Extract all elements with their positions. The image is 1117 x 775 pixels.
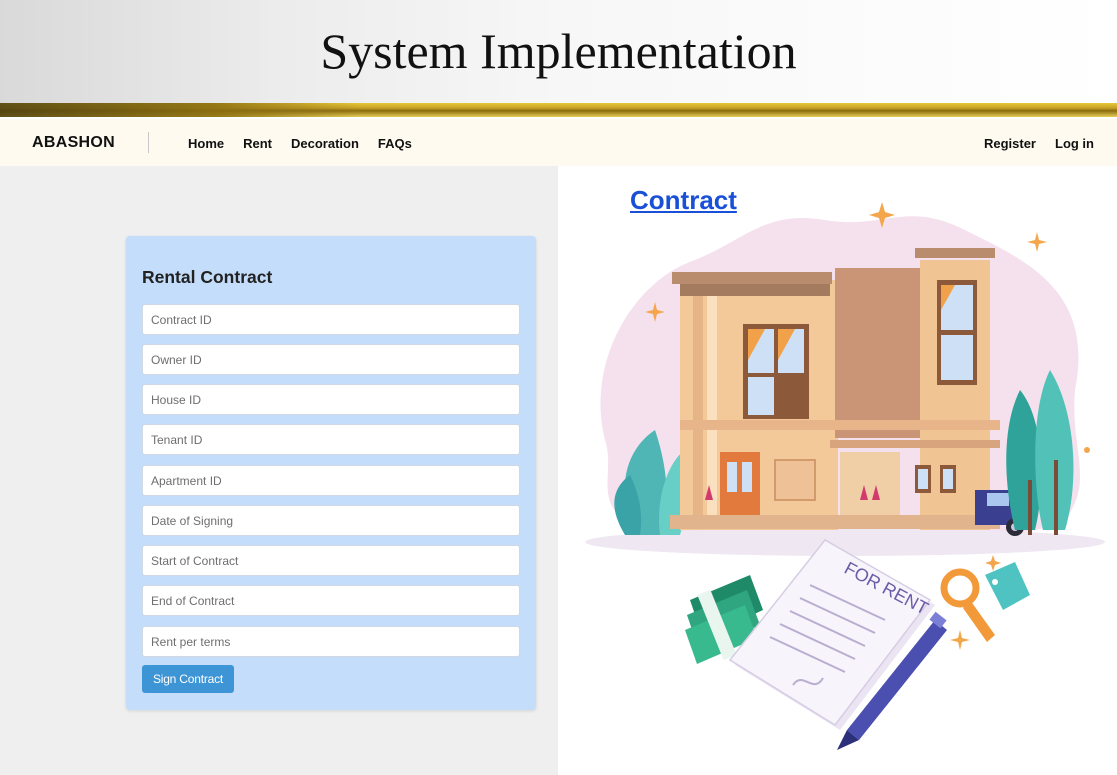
- nav-link-home[interactable]: Home: [188, 136, 224, 151]
- rent-per-terms-input[interactable]: [142, 626, 520, 657]
- form-title: Rental Contract: [142, 267, 273, 287]
- navbar: ABASHON Home Rent Decoration FAQs Regist…: [0, 119, 1117, 167]
- tenant-id-input[interactable]: [142, 424, 520, 455]
- nav-divider: [148, 132, 149, 153]
- apartment-id-input[interactable]: [142, 465, 520, 496]
- register-link[interactable]: Register: [984, 136, 1036, 151]
- end-of-contract-input[interactable]: [142, 585, 520, 616]
- contract-id-input[interactable]: [142, 304, 520, 335]
- nav-link-decoration[interactable]: Decoration: [291, 136, 359, 151]
- owner-id-input[interactable]: [142, 344, 520, 375]
- start-of-contract-input[interactable]: [142, 545, 520, 576]
- slide-header: System Implementation: [0, 0, 1117, 103]
- login-link[interactable]: Log in: [1055, 136, 1094, 151]
- nav-link-rent[interactable]: Rent: [243, 136, 272, 151]
- house-for-rent-illustration: FOR RENT: [585, 202, 1105, 750]
- rental-contract-form: Rental Contract Sign Contract: [126, 236, 536, 710]
- slide-title: System Implementation: [320, 23, 797, 79]
- nav-menu: Home Rent Decoration FAQs: [188, 136, 412, 151]
- house-id-input[interactable]: [142, 384, 520, 415]
- house: [670, 248, 1000, 530]
- nav-link-faqs[interactable]: FAQs: [378, 136, 412, 151]
- brand-logo[interactable]: ABASHON: [32, 134, 115, 152]
- auth-menu: Register Log in: [984, 136, 1094, 151]
- decorative-divider: [0, 103, 1117, 117]
- sign-contract-button[interactable]: Sign Contract: [142, 665, 234, 693]
- keys-icon: [940, 562, 1030, 642]
- date-of-signing-input[interactable]: [142, 505, 520, 536]
- contract-document: FOR RENT: [728, 539, 935, 730]
